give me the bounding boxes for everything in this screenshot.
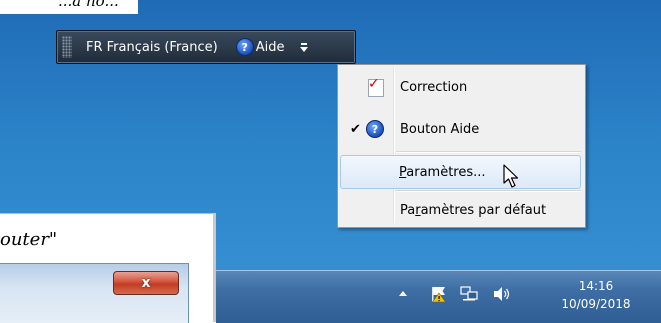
language-bar: FR Français (France) ? Aide — [56, 30, 356, 64]
network-icon[interactable] — [460, 285, 478, 303]
menu-separator — [396, 190, 581, 191]
chevron-down-icon — [299, 46, 308, 52]
menu-item-label: Paramètres par défaut — [400, 202, 547, 218]
menu-item-label: Correction — [400, 79, 468, 95]
menu-item-label: Paramètres... — [399, 164, 486, 180]
menu-item-settings[interactable]: Paramètres... — [340, 155, 581, 189]
correction-icon — [368, 76, 384, 97]
menu-item-correction[interactable]: Correction — [340, 69, 581, 105]
menu-item-default-settings[interactable]: Paramètres par défaut — [340, 192, 581, 228]
help-icon: ? — [366, 120, 384, 138]
system-clock[interactable]: 14:16 10/09/2018 — [536, 277, 656, 313]
grip-handle-icon[interactable] — [62, 36, 72, 58]
menu-item-help-button[interactable]: ✔ ? Bouton Aide — [340, 111, 581, 147]
help-icon[interactable]: ? — [235, 38, 254, 56]
volume-icon[interactable] — [492, 285, 512, 303]
window-close-button[interactable]: x — [113, 271, 179, 295]
help-button-label[interactable]: Aide — [256, 40, 285, 55]
taskbar: 14:16 10/09/2018 — [216, 270, 661, 323]
show-hidden-icons-icon[interactable] — [399, 291, 407, 296]
language-bar-options-button[interactable] — [299, 38, 309, 56]
checkmark-icon: ✔ — [350, 121, 361, 137]
menu-item-label: Bouton Aide — [400, 121, 480, 137]
clock-time: 14:16 — [578, 279, 614, 293]
window-titlebar: x — [0, 263, 189, 323]
mouse-cursor-icon — [503, 164, 519, 188]
document-fragment-top: ...a no... — [0, 0, 138, 14]
language-selector[interactable]: FR Français (France) — [86, 40, 218, 55]
action-center-flag-icon[interactable] — [430, 285, 448, 303]
document-text-top: ...a no... — [58, 0, 119, 10]
document-text-bottom: outer" — [0, 229, 58, 250]
menu-separator — [396, 151, 581, 152]
language-bar-context-menu: Correction ✔ ? Bouton Aide Paramètres...… — [337, 64, 586, 228]
clock-date: 10/09/2018 — [561, 297, 631, 311]
